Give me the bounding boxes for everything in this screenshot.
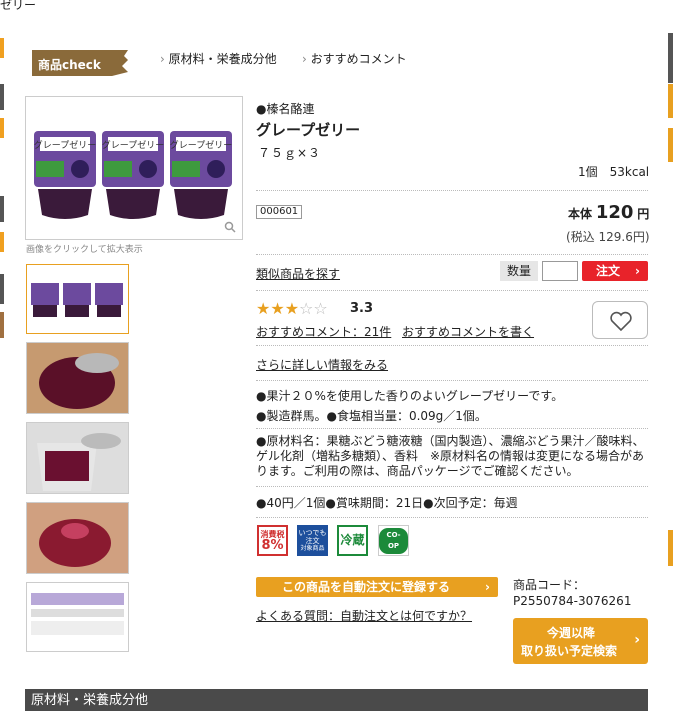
more-info-link[interactable]: さらに詳しい情報をみる: [256, 356, 388, 373]
thumbnail-2[interactable]: [26, 342, 129, 414]
tab-recommend-comments[interactable]: › おすすめコメント: [302, 50, 407, 67]
right-column-edge: [668, 33, 673, 83]
order-label: 注文: [596, 264, 621, 278]
price: 本体 120 円: [568, 202, 649, 223]
divider: [256, 254, 648, 255]
rating-stars: ★★★☆☆: [256, 301, 328, 317]
chevron-right-icon: ›: [635, 264, 640, 278]
item-code-box: 000601: [256, 205, 303, 219]
write-comment-link[interactable]: おすすめコメントを書く: [402, 323, 534, 340]
jelly-cup: グレープゼリー: [102, 131, 164, 219]
divider: [256, 290, 648, 291]
star-filled-icon: ★: [270, 299, 285, 318]
calorie-info: 1個 53kcal: [578, 165, 650, 179]
description-line-2: ●製造群馬。●食塩相当量：0.09g／1個。: [256, 409, 487, 423]
side-tab[interactable]: [0, 118, 4, 138]
auto-order-label: この商品を自動注文に登録する: [282, 580, 451, 594]
side-tab[interactable]: [0, 274, 4, 304]
thumbnail-5[interactable]: [26, 582, 129, 652]
product-code-label: 商品コード：: [513, 578, 586, 592]
tab-label: 原材料・栄養成分他: [168, 52, 277, 66]
main-product-image[interactable]: グレープゼリー グレープゼリー グレープゼリー: [25, 96, 243, 240]
side-tab[interactable]: [0, 232, 4, 252]
product-size: ７５ｇ×３: [258, 146, 322, 160]
product-name: グレープゼリー: [256, 121, 361, 139]
heart-icon: [610, 311, 632, 332]
jelly-cup: グレープゼリー: [170, 131, 232, 219]
divider: [256, 345, 648, 346]
star-filled-icon: ★: [284, 299, 300, 318]
schedule-label-1: 今週以降: [547, 626, 596, 640]
divider: [256, 428, 648, 429]
divider: [256, 380, 648, 381]
right-column-edge: [668, 84, 673, 118]
order-button[interactable]: 注文 ›: [582, 261, 648, 281]
product-code: P2550784-3076261: [513, 594, 632, 608]
section-ingredients-header: 原材料・栄養成分他: [25, 689, 648, 711]
product-check-label: 商品check: [32, 50, 128, 76]
right-column-edge: [668, 530, 673, 566]
quantity-label: 数量: [500, 261, 538, 281]
side-tab[interactable]: [0, 38, 4, 58]
badge-text: 8%: [261, 537, 284, 553]
badge-text: 注文: [305, 536, 320, 545]
badge-text: いつでも: [298, 528, 327, 537]
section-title: 原材料・栄養成分他: [31, 693, 149, 708]
rating-value: 3.3: [350, 301, 374, 316]
jelly-cup: グレープゼリー: [34, 131, 96, 219]
coop-logo-badge: CO-OP: [378, 525, 409, 556]
schedule-search-button[interactable]: 今週以降 取り扱い予定検索 ›: [513, 618, 648, 664]
svg-text:グレープゼリー: グレープゼリー: [102, 139, 164, 151]
badge-text: 対象商品: [300, 544, 325, 552]
recommend-comments-link[interactable]: おすすめコメント：21件: [256, 323, 391, 340]
always-order-badge: いつでも 注文 対象商品: [297, 525, 328, 556]
side-tab[interactable]: [0, 84, 4, 110]
tab-label: おすすめコメント: [310, 52, 407, 66]
price-label: 本体: [568, 207, 593, 221]
quantity-input[interactable]: [542, 261, 578, 281]
divider: [256, 190, 648, 191]
tab-ingredients[interactable]: › 原材料・栄養成分他: [160, 50, 277, 67]
right-column-edge: [668, 128, 673, 162]
thumbnail-4[interactable]: [26, 502, 129, 574]
magnifier-icon[interactable]: [224, 221, 236, 233]
side-tab[interactable]: [0, 196, 4, 222]
chevron-right-icon: ›: [634, 632, 640, 648]
thumbnail-3[interactable]: [26, 422, 129, 494]
coop-logo: CO-OP: [379, 527, 408, 554]
side-tab[interactable]: [0, 312, 4, 338]
check-text: 商品check: [38, 58, 101, 72]
similar-products-link[interactable]: 類似商品を探す: [256, 265, 340, 282]
tax-rate-badge: 消費税 8%: [257, 525, 288, 556]
schedule-label-2: 取り扱い予定検索: [521, 644, 618, 658]
price-value: 120: [595, 202, 634, 223]
maker-name: ●榛名酪連: [256, 102, 315, 116]
enlarge-hint: 画像をクリックして拡大表示: [26, 245, 143, 255]
refrigerated-badge: 冷蔵: [337, 525, 368, 556]
delivery-info: ●40円／1個●賞味期間：21日●次回予定：毎週: [256, 496, 518, 510]
star-empty-icon: ☆: [313, 299, 328, 318]
favorite-button[interactable]: [592, 301, 648, 339]
ingredients-text: ●原材料名：果糖ぶどう糖液糖（国内製造）、濃縮ぶどう果汁／酸味料、ゲル化剤（増粘…: [256, 434, 645, 478]
divider: [256, 486, 648, 487]
page-title-fragment: ゼリー: [0, 0, 37, 12]
svg-text:グレープゼリー: グレープゼリー: [170, 139, 232, 151]
price-unit: 円: [637, 207, 650, 221]
svg-text:グレープゼリー: グレープゼリー: [34, 139, 96, 151]
thumbnail-1[interactable]: [26, 264, 129, 334]
auto-order-button[interactable]: この商品を自動注文に登録する ›: [256, 577, 498, 597]
divider: [256, 517, 648, 518]
tax-included-price: (税込 129.6円): [566, 230, 650, 244]
chevron-right-icon: ›: [485, 580, 490, 594]
star-filled-icon: ★: [256, 299, 271, 318]
faq-auto-order-link[interactable]: よくある質問：自動注文とは何ですか？: [256, 607, 472, 624]
star-empty-icon: ☆: [299, 299, 314, 318]
description-line-1: ●果汁２０%を使用した香りのよいグレープゼリーです。: [256, 389, 564, 403]
